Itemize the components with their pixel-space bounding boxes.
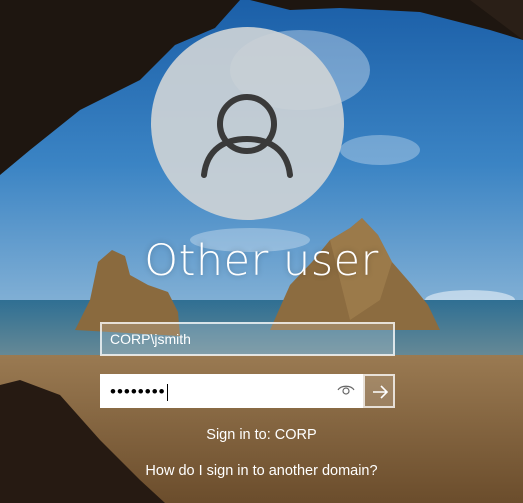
account-display-name: Other user (144, 236, 379, 286)
username-input[interactable]: CORP\jsmith (100, 322, 395, 356)
other-domain-help-link[interactable]: How do I sign in to another domain? (0, 463, 523, 479)
sign-in-domain-label: Sign in to: CORP (206, 427, 317, 443)
password-input[interactable]: •••••••• (100, 374, 363, 408)
user-silhouette-icon (201, 94, 293, 178)
eye-icon[interactable] (337, 382, 355, 398)
password-mask: •••••••• (110, 382, 166, 401)
arrow-right-icon (373, 385, 389, 399)
text-caret (166, 384, 168, 402)
user-avatar (151, 27, 344, 220)
submit-button[interactable] (363, 374, 395, 408)
